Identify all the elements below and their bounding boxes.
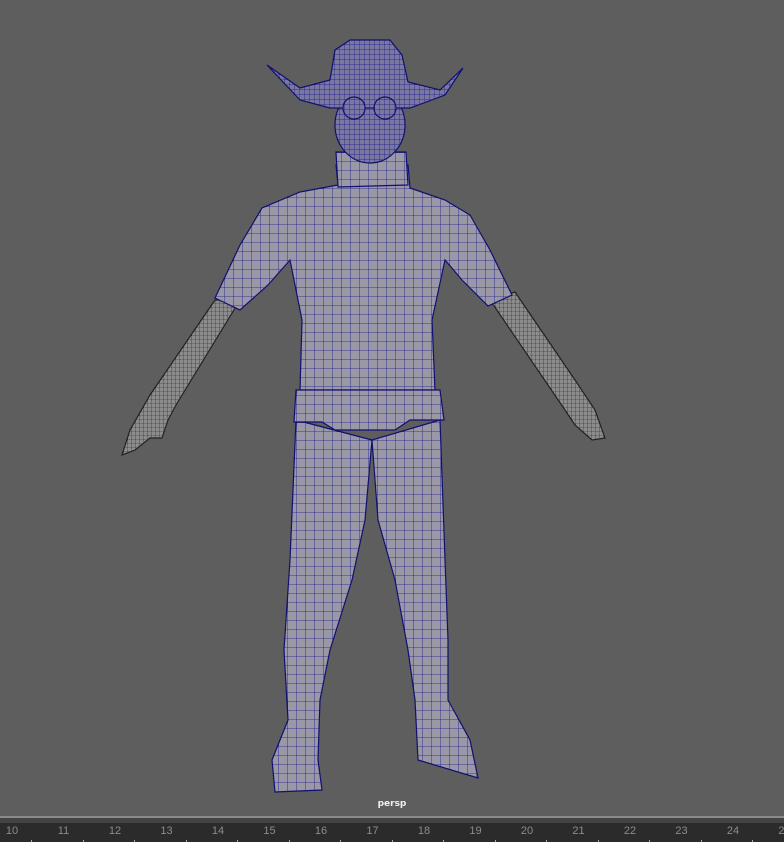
frame-label: 17 [366,825,379,837]
frame-label: 13 [160,825,173,837]
hat [266,39,464,109]
right-leg [371,419,479,779]
right-forearm [489,291,606,441]
frame-label: 25 [778,825,784,837]
frame-label: 11 [57,825,70,837]
camera-label: persp [377,799,407,809]
goggle-right [373,96,397,120]
frame-label: 21 [572,825,585,837]
belt [293,389,445,431]
frame-label: 22 [623,825,637,837]
left-leg [271,419,373,793]
left-forearm [121,299,242,457]
frame-label: 18 [417,825,431,837]
goggle-left [342,96,366,120]
frame-label: 10 [5,825,19,837]
torso [214,164,513,391]
frame-label: 23 [675,825,688,837]
character-mesh-wireframe[interactable] [0,0,784,816]
frame-label: 12 [108,825,122,837]
frame-label: 24 [726,825,740,837]
frame-label: 19 [469,825,482,837]
time-slider[interactable]: 10 11 12 13 14 15 16 17 18 19 20 21 22 23 24 25 [0,823,784,842]
frame-label: 14 [211,825,225,837]
perspective-viewport[interactable]: persp [0,0,784,816]
frame-label: 16 [314,825,328,837]
frame-label: 15 [263,825,276,837]
frame-label: 20 [520,825,534,837]
